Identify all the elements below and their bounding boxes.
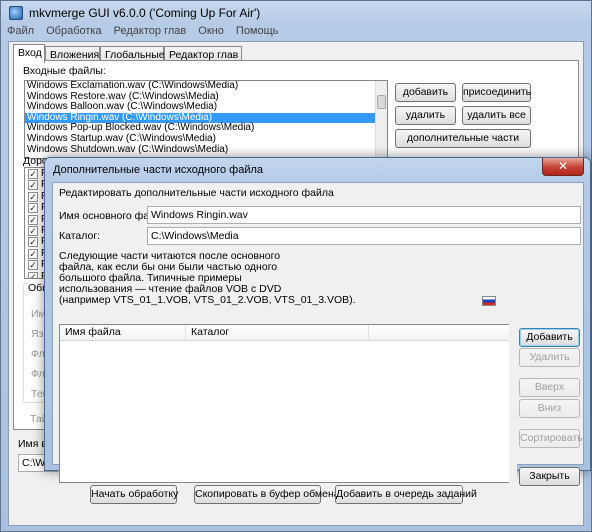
append-button[interactable]: присоединить	[462, 83, 531, 102]
additional-parts-dialog: Дополнительные части исходного файла ✕ Р…	[44, 157, 591, 486]
input-files-label: Входные файлы:	[23, 65, 106, 77]
parts-list[interactable]: Имя файла Каталог	[59, 324, 515, 483]
track-checkbox[interactable]: ✓	[28, 191, 38, 202]
menu-window[interactable]: Окно	[198, 25, 224, 37]
description-line: (например VTS_01_1.VOB, VTS_01_2.VOB, VT…	[59, 294, 356, 306]
language-flag-icon	[482, 296, 496, 306]
dialog-header: Редактировать дополнительные части исход…	[59, 187, 334, 199]
directory-field[interactable]: C:\Windows\Media	[147, 227, 581, 245]
remove-all-button[interactable]: удалить все	[462, 106, 531, 125]
title-bar[interactable]: mkvmerge GUI v6.0.0 ('Coming Up For Air'…	[1, 1, 591, 25]
app-icon	[9, 6, 23, 20]
dialog-close-button[interactable]: Закрыть	[519, 467, 580, 486]
parts-list-header: Имя файла Каталог	[60, 325, 514, 341]
description-text: Следующие части читаются после основного…	[59, 251, 356, 306]
track-checkbox[interactable]: ✓	[28, 214, 38, 225]
start-processing-button[interactable]: Начать обработку	[90, 485, 178, 504]
track-checkbox[interactable]: ✓	[28, 169, 38, 179]
input-files-scrollbar[interactable]	[375, 81, 387, 158]
track-checkbox[interactable]: ✓	[28, 225, 38, 236]
input-file-row[interactable]: Windows Exclamation.wav (C:\Windows\Medi…	[25, 81, 387, 92]
input-file-row[interactable]: Windows Startup.wav (C:\Windows\Media)	[25, 133, 387, 145]
dialog-add-button[interactable]: Добавить	[519, 328, 580, 347]
track-checkbox[interactable]: ✓	[28, 203, 38, 214]
menu-help[interactable]: Помощь	[236, 25, 279, 37]
menu-processing[interactable]: Обработка	[46, 25, 101, 37]
menu-chapter-editor[interactable]: Редактор глав	[114, 25, 187, 37]
close-icon[interactable]: ✕	[542, 158, 584, 176]
column-filename[interactable]: Имя файла	[60, 325, 186, 341]
dialog-title: Дополнительные части исходного файла	[53, 164, 264, 176]
input-file-row[interactable]: Windows Shutdown.wav (C:\Windows\Media)	[25, 144, 387, 156]
dialog-remove-button[interactable]: Удалить	[519, 348, 580, 367]
move-up-button[interactable]: Вверх	[519, 378, 580, 397]
track-checkbox[interactable]: ✓	[28, 260, 38, 271]
add-button[interactable]: добавить	[395, 83, 456, 102]
track-checkbox[interactable]: ✓	[28, 180, 38, 191]
menubar: Файл Обработка Редактор глав Окно Помощь	[7, 25, 287, 41]
window-title: mkvmerge GUI v6.0.0 ('Coming Up For Air'…	[29, 6, 261, 20]
additional-parts-button[interactable]: дополнительные части	[395, 129, 531, 148]
track-checkbox[interactable]: ✓	[28, 237, 38, 248]
track-checkbox[interactable]: ✓	[28, 248, 38, 259]
track-checkbox[interactable]: ✓	[28, 271, 38, 278]
column-directory[interactable]: Каталог	[186, 325, 369, 341]
dialog-client: Редактировать дополнительные части исход…	[52, 182, 584, 486]
remove-button[interactable]: удалить	[395, 106, 456, 125]
menu-file[interactable]: Файл	[7, 25, 34, 37]
sort-button[interactable]: Сортировать	[519, 429, 583, 448]
tab-input[interactable]: Вход	[13, 44, 45, 63]
add-to-queue-button[interactable]: Добавить в очередь заданий	[335, 485, 477, 504]
main-file-field[interactable]: Windows Ringin.wav	[147, 206, 581, 224]
scrollbar-thumb[interactable]	[377, 95, 386, 109]
directory-label: Каталог:	[59, 230, 101, 242]
copy-to-clipboard-button[interactable]: Скопировать в буфер обмена	[194, 485, 340, 504]
input-files-list[interactable]: Windows Exclamation.wav (C:\Windows\Medi…	[24, 80, 388, 159]
parts-list-scrollbar[interactable]	[509, 324, 517, 483]
move-down-button[interactable]: Вниз	[519, 399, 580, 418]
